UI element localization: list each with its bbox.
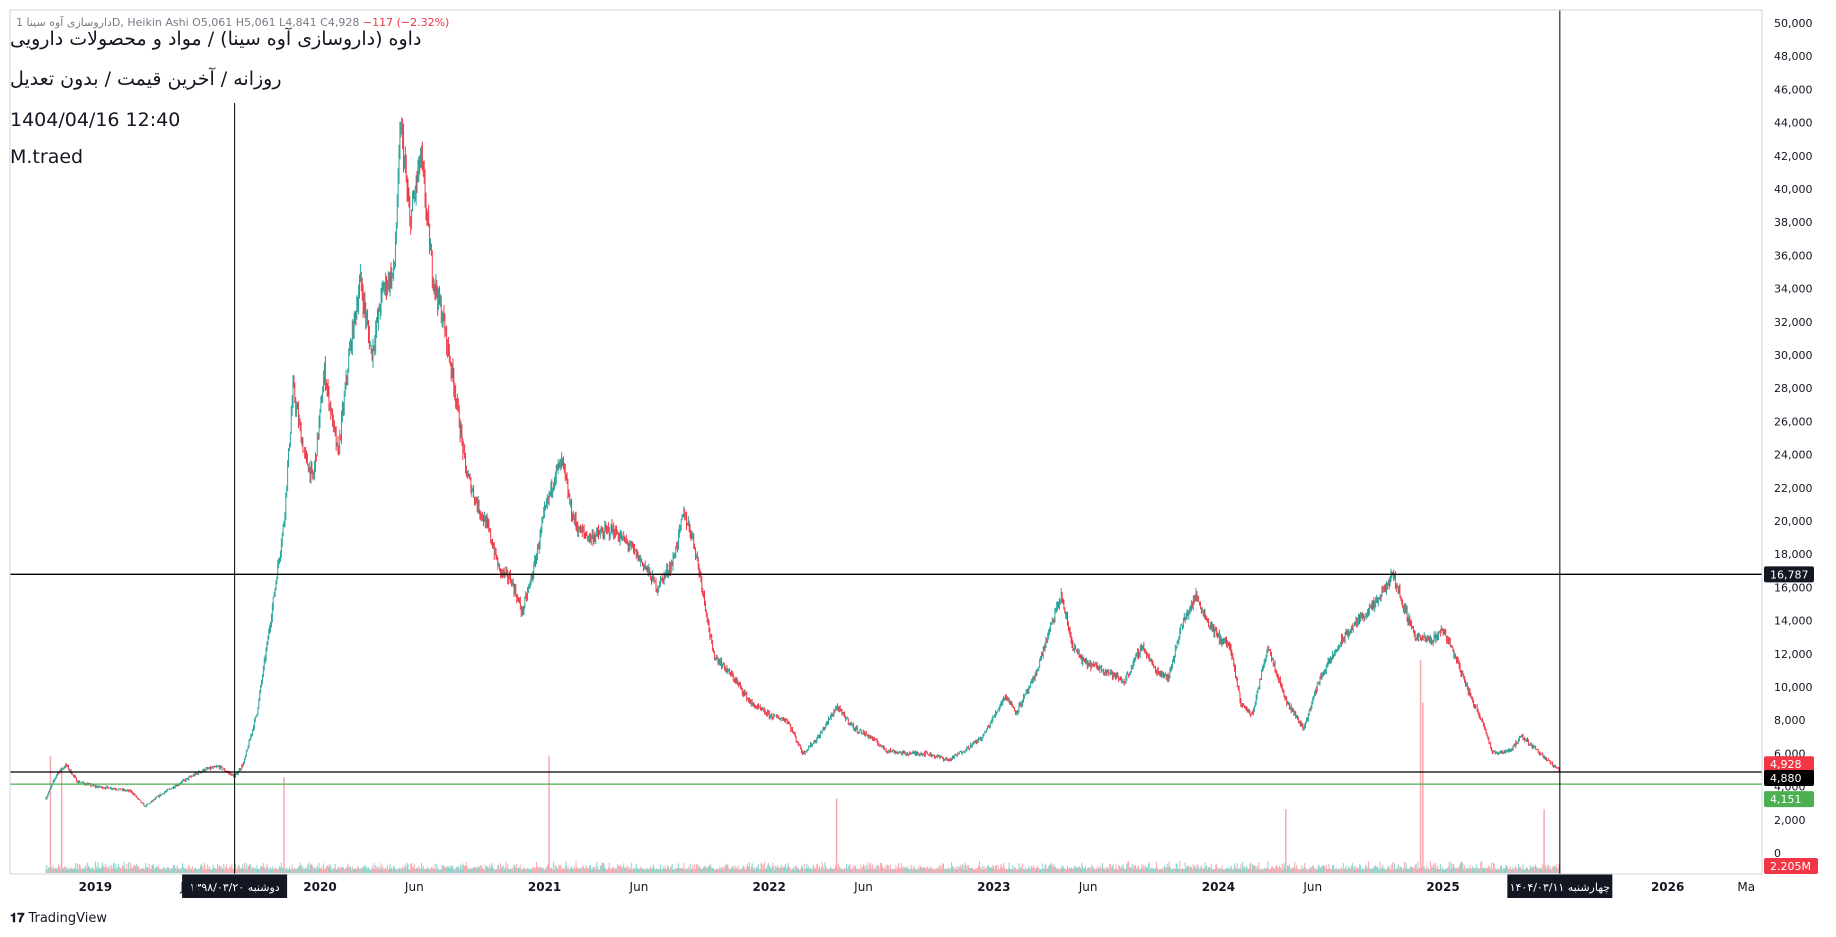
y-tick-label: 46,000 [1774, 83, 1813, 96]
y-tick-label: 30,000 [1774, 349, 1813, 362]
hline-price-label: 16,787 [1764, 566, 1814, 583]
y-tick-label: 40,000 [1774, 183, 1813, 196]
time-axis[interactable]: 2019 Jun 2020 Jun 2021 Jun 2022 Jun 2023 Jun 2024 J… [79, 880, 1755, 894]
price-axis[interactable]: 50,000 48,000 46,000 44,000 42,000 40,000 38,0… [9, 9, 1818, 875]
y-tick-label: 32,000 [1774, 316, 1813, 329]
price-label-text: 4,928 [1770, 758, 1802, 771]
price-label: 4,151 [1764, 791, 1814, 808]
y-tick-label: 34,000 [1774, 283, 1813, 296]
x-tick-label: 2022 [752, 880, 785, 894]
y-tick-label: 50,000 [1774, 17, 1813, 30]
y-tick-label: 44,000 [1774, 117, 1813, 130]
volume-bars [45, 660, 1561, 873]
date-label: چهارشنبه ۱۴۰۴/۰۳/۱۱ [1507, 874, 1613, 898]
plot-frame [9, 9, 1763, 875]
price-label-text: 4,880 [1770, 772, 1802, 785]
y-tick-label: 2,000 [1774, 814, 1806, 827]
tradingview-brand: TradingView [28, 911, 108, 926]
hline-price-label-text: 16,787 [1770, 568, 1809, 581]
date-label-text: دوشنبه ۱۳۹۸/۰۳/۲۰ [190, 881, 280, 894]
y-tick-label: 28,000 [1774, 382, 1813, 395]
x-tick-label: Ma [1737, 880, 1755, 894]
x-tick-label: 2019 [79, 880, 112, 894]
x-tick-label: Jun [1302, 880, 1322, 894]
y-tick-label: 48,000 [1774, 50, 1813, 63]
tradingview-logo[interactable]: 𝟏𝟕 TradingView [10, 911, 107, 926]
y-tick-label: 14,000 [1774, 615, 1813, 628]
y-tick-label: 38,000 [1774, 216, 1813, 229]
y-tick-label: 22,000 [1774, 482, 1813, 495]
price-label-text: 4,151 [1770, 793, 1802, 806]
y-tick-label: 42,000 [1774, 150, 1813, 163]
price-label: 4,880 [1764, 769, 1814, 786]
vertical-lines[interactable]: دوشنبه ۱۳۹۸/۰۳/۲۰ چهارشنبه ۱۴۰۴/۰۳/۱۱ [182, 10, 1613, 898]
y-tick-label: 26,000 [1774, 415, 1813, 428]
chart-subtitle: روزانه / آخرین قیمت / بدون تعدیل [10, 68, 282, 90]
x-tick-label: 2023 [977, 880, 1010, 894]
x-tick-label: 2024 [1202, 880, 1235, 894]
x-tick-label: Jun [629, 880, 649, 894]
volume-value-label: 2.205M [1764, 858, 1818, 874]
price-chart[interactable]: دوشنبه ۱۳۹۸/۰۳/۲۰ چهارشنبه ۱۴۰۴/۰۳/۱۱ 50,… [0, 0, 1836, 937]
y-tick-label: 20,000 [1774, 515, 1813, 528]
tradingview-icon: 𝟏𝟕 [10, 911, 25, 926]
y-tick-label: 24,000 [1774, 449, 1813, 462]
price-label: 4,928 [1764, 756, 1814, 773]
y-tick-label: 10,000 [1774, 681, 1813, 694]
y-tick-label: 8,000 [1774, 714, 1806, 727]
candles [45, 117, 1561, 808]
y-tick-label: 16,000 [1774, 581, 1813, 594]
x-tick-label: Jun [179, 880, 199, 894]
chart-title: داوه (داروسازی آوه سینا) / مواد و محصولا… [10, 28, 422, 50]
chart-author: M.traed [10, 146, 84, 168]
x-tick-label: 2020 [303, 880, 336, 894]
date-label-text: چهارشنبه ۱۴۰۴/۰۳/۱۱ [1510, 881, 1610, 894]
x-tick-label: Jun [1078, 880, 1098, 894]
chart-datetime: 1404/04/16 12:40 [10, 109, 181, 131]
volume-value-text: 2.205M [1770, 860, 1811, 873]
x-tick-label: Jun [853, 880, 873, 894]
x-tick-label: Jun [404, 880, 424, 894]
x-tick-label: 2021 [528, 880, 561, 894]
x-tick-label: 2026 [1651, 880, 1684, 894]
y-tick-label: 12,000 [1774, 648, 1813, 661]
y-tick-label: 36,000 [1774, 249, 1813, 262]
y-tick-label: 18,000 [1774, 548, 1813, 561]
x-tick-label: 2025 [1426, 880, 1459, 894]
